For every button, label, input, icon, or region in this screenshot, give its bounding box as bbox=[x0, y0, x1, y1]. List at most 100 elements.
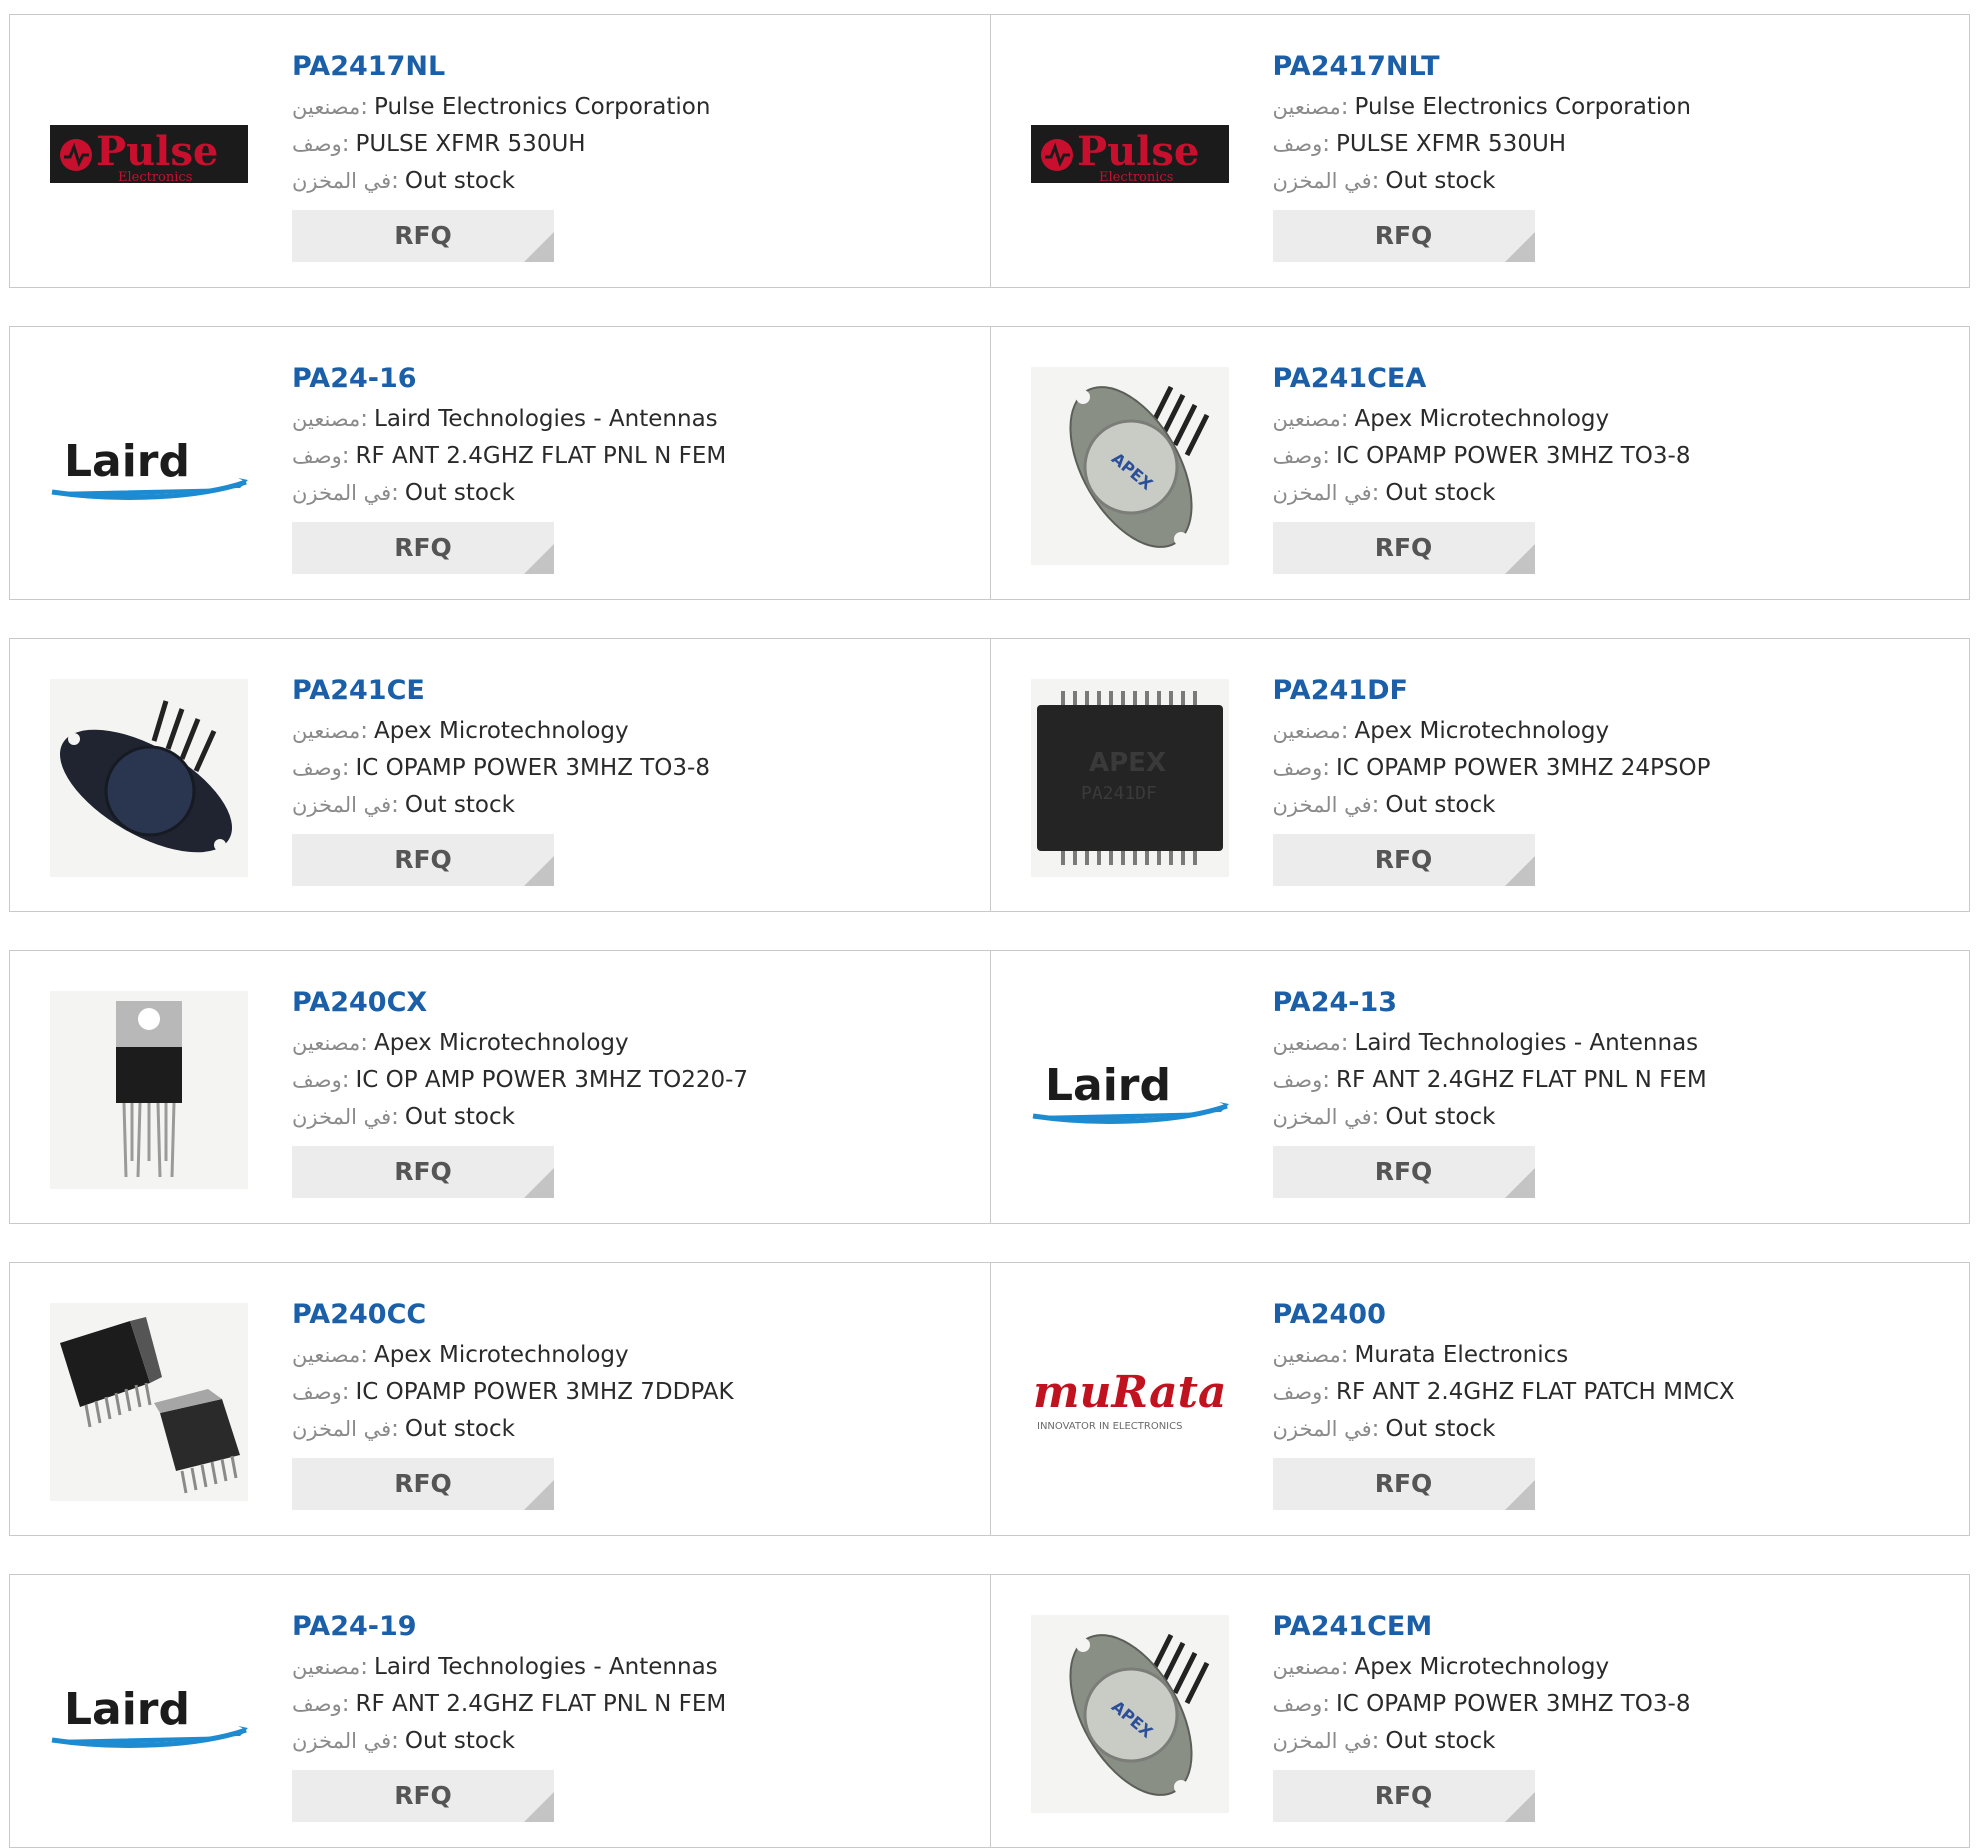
product-image[interactable]: Pulse Electronics bbox=[50, 55, 248, 253]
part-number-link[interactable]: PA24-16 bbox=[292, 357, 726, 401]
stock-line: في المخزن: Out stock bbox=[292, 1099, 748, 1136]
description-label: وصف bbox=[292, 1692, 342, 1716]
part-number-link[interactable]: PA24-13 bbox=[1273, 981, 1707, 1025]
label-colon: : bbox=[391, 480, 399, 506]
product-card: APEX PA241CEA مصنعين: Apex Microtechnology… bbox=[989, 327, 1970, 599]
label-colon: : bbox=[1340, 406, 1349, 432]
description-label: وصف bbox=[292, 132, 342, 156]
description-label: وصف bbox=[1272, 444, 1323, 468]
label-colon: : bbox=[1371, 168, 1380, 194]
svg-text:PA241DF: PA241DF bbox=[1081, 783, 1157, 804]
part-number-link[interactable]: PA241CEA bbox=[1273, 357, 1691, 401]
part-number-link[interactable]: PA240CX bbox=[292, 981, 748, 1025]
manufacturer-label: مصنعين bbox=[292, 407, 361, 431]
description-line: وصف: IC OPAMP POWER 3MHZ TO3-8 bbox=[1273, 438, 1691, 475]
description-line: وصف: IC OPAMP POWER 3MHZ TO3-8 bbox=[292, 750, 710, 787]
part-number-link[interactable]: PA241CEM bbox=[1273, 1605, 1691, 1649]
product-card: PA241CE مصنعين: Apex Microtechnology وصف: IC… bbox=[10, 639, 990, 911]
stock-value: Out stock bbox=[404, 1728, 515, 1754]
label-colon: : bbox=[1322, 443, 1330, 469]
product-image[interactable]: Pulse Electronics bbox=[1030, 55, 1229, 253]
manufacturer-value: Laird Technologies - Antennas bbox=[1354, 1030, 1699, 1056]
product-card: Laird PA24-13 مصنعين: Laird Technologies -… bbox=[989, 951, 1970, 1223]
product-card: Pulse Electronics PA2417NLT مصنعين: Pulse … bbox=[989, 15, 1970, 287]
label-colon: : bbox=[1371, 480, 1380, 506]
manufacturer-label: مصنعين bbox=[1272, 95, 1341, 119]
stock-value: Out stock bbox=[1385, 1104, 1496, 1130]
description-value: PULSE XFMR 530UH bbox=[1335, 131, 1567, 157]
rfq-button[interactable]: RFQ bbox=[1272, 834, 1535, 886]
product-image[interactable]: Laird bbox=[50, 367, 248, 565]
label-colon: : bbox=[1340, 1342, 1349, 1368]
product-image[interactable]: APEX bbox=[1030, 1615, 1229, 1813]
stock-label: في المخزن bbox=[292, 1417, 392, 1441]
product-card: APEX PA241CEM مصنعين: Apex Microtechnology… bbox=[989, 1575, 1970, 1847]
label-colon: : bbox=[1340, 718, 1349, 744]
rfq-button[interactable]: RFQ bbox=[1272, 1146, 1535, 1198]
rfq-button[interactable]: RFQ bbox=[1272, 1770, 1535, 1822]
description-value: IC OPAMP POWER 3MHZ 24PSOP bbox=[1335, 755, 1711, 781]
part-number-link[interactable]: PA2417NL bbox=[292, 45, 710, 89]
stock-value: Out stock bbox=[404, 168, 515, 194]
part-number-link[interactable]: PA241CE bbox=[292, 669, 710, 713]
stock-label: في المخزن bbox=[1272, 169, 1372, 193]
description-line: وصف: RF ANT 2.4GHZ FLAT PNL N FEM bbox=[292, 438, 726, 475]
corner-triangle-icon bbox=[524, 232, 554, 262]
rfq-button[interactable]: RFQ bbox=[292, 1458, 554, 1510]
stock-line: في المخزن: Out stock bbox=[1273, 1411, 1735, 1448]
product-info: PA2400 مصنعين: Murata Electronics وصف: RF AN… bbox=[1272, 1293, 1735, 1510]
manufacturer-value: Pulse Electronics Corporation bbox=[374, 94, 711, 120]
manufacturer-line: مصنعين: Apex Microtechnology bbox=[292, 1025, 748, 1062]
product-info: PA241CE مصنعين: Apex Microtechnology وصف: IC… bbox=[292, 669, 710, 886]
label-colon: : bbox=[341, 1067, 350, 1093]
product-info: PA24-16 مصنعين: Laird Technologies - Anten… bbox=[292, 357, 726, 574]
description-label: وصف bbox=[292, 1068, 342, 1092]
product-image[interactable]: muRata INNOVATOR IN ELECTRONICS bbox=[1031, 1303, 1229, 1501]
corner-triangle-icon bbox=[524, 1792, 554, 1822]
description-value: IC OPAMP POWER 3MHZ TO3-8 bbox=[355, 755, 710, 781]
manufacturer-label: مصنعين bbox=[292, 1031, 361, 1055]
product-card: Laird PA24-19 مصنعين: Laird Technologies -… bbox=[10, 1575, 990, 1847]
label-colon: : bbox=[360, 1342, 368, 1368]
rfq-button[interactable]: RFQ bbox=[292, 210, 554, 262]
manufacturer-line: مصنعين: Pulse Electronics Corporation bbox=[292, 89, 710, 126]
part-number-link[interactable]: PA2417NLT bbox=[1273, 45, 1691, 89]
rfq-button[interactable]: RFQ bbox=[292, 834, 554, 886]
manufacturer-line: مصنعين: Apex Microtechnology bbox=[292, 1337, 734, 1374]
product-image[interactable]: Laird bbox=[1031, 991, 1229, 1189]
manufacturer-value: Pulse Electronics Corporation bbox=[1354, 94, 1691, 120]
description-value: RF ANT 2.4GHZ FLAT PNL N FEM bbox=[1335, 1067, 1707, 1093]
description-line: وصف: RF ANT 2.4GHZ FLAT PNL N FEM bbox=[292, 1686, 726, 1723]
manufacturer-line: مصنعين: Pulse Electronics Corporation bbox=[1273, 89, 1691, 126]
product-info: PA2417NLT مصنعين: Pulse Electronics Corpor… bbox=[1272, 45, 1691, 262]
label-colon: : bbox=[341, 131, 350, 157]
description-line: وصف: RF ANT 2.4GHZ FLAT PNL N FEM bbox=[1273, 1062, 1707, 1099]
product-row: Pulse Electronics PA2417NL مصنعين: Pulse E… bbox=[9, 14, 1970, 288]
product-image[interactable] bbox=[50, 1303, 248, 1501]
part-number-link[interactable]: PA24-19 bbox=[292, 1605, 726, 1649]
stock-label: في المخزن bbox=[292, 169, 392, 193]
product-row: PA240CX مصنعين: Apex Microtechnology وصف: IC… bbox=[9, 950, 1970, 1224]
product-image[interactable] bbox=[50, 991, 248, 1189]
product-image[interactable]: APEX PA241DF bbox=[1030, 679, 1229, 877]
rfq-button[interactable]: RFQ bbox=[1272, 522, 1535, 574]
rfq-button[interactable]: RFQ bbox=[1272, 210, 1535, 262]
product-image[interactable] bbox=[50, 679, 248, 877]
laird-logo: Laird bbox=[1032, 1060, 1229, 1124]
rfq-label: RFQ bbox=[1374, 1157, 1433, 1186]
product-image[interactable]: APEX bbox=[1030, 367, 1229, 565]
product-info: PA24-13 مصنعين: Laird Technologies - Anten… bbox=[1272, 981, 1707, 1198]
rfq-button[interactable]: RFQ bbox=[292, 1770, 554, 1822]
svg-text:Laird: Laird bbox=[64, 436, 190, 487]
product-image[interactable]: Laird bbox=[50, 1615, 248, 1813]
rfq-button[interactable]: RFQ bbox=[292, 1146, 554, 1198]
stock-line: في المخزن: Out stock bbox=[1273, 1723, 1691, 1760]
part-number-link[interactable]: PA240CC bbox=[292, 1293, 734, 1337]
corner-triangle-icon bbox=[1504, 1480, 1535, 1510]
rfq-button[interactable]: RFQ bbox=[292, 522, 554, 574]
manufacturer-value: Murata Electronics bbox=[1354, 1342, 1569, 1368]
part-number-link[interactable]: PA241DF bbox=[1273, 669, 1711, 713]
part-number-link[interactable]: PA2400 bbox=[1273, 1293, 1735, 1337]
rfq-button[interactable]: RFQ bbox=[1272, 1458, 1535, 1510]
stock-line: في المخزن: Out stock bbox=[1273, 1099, 1707, 1136]
